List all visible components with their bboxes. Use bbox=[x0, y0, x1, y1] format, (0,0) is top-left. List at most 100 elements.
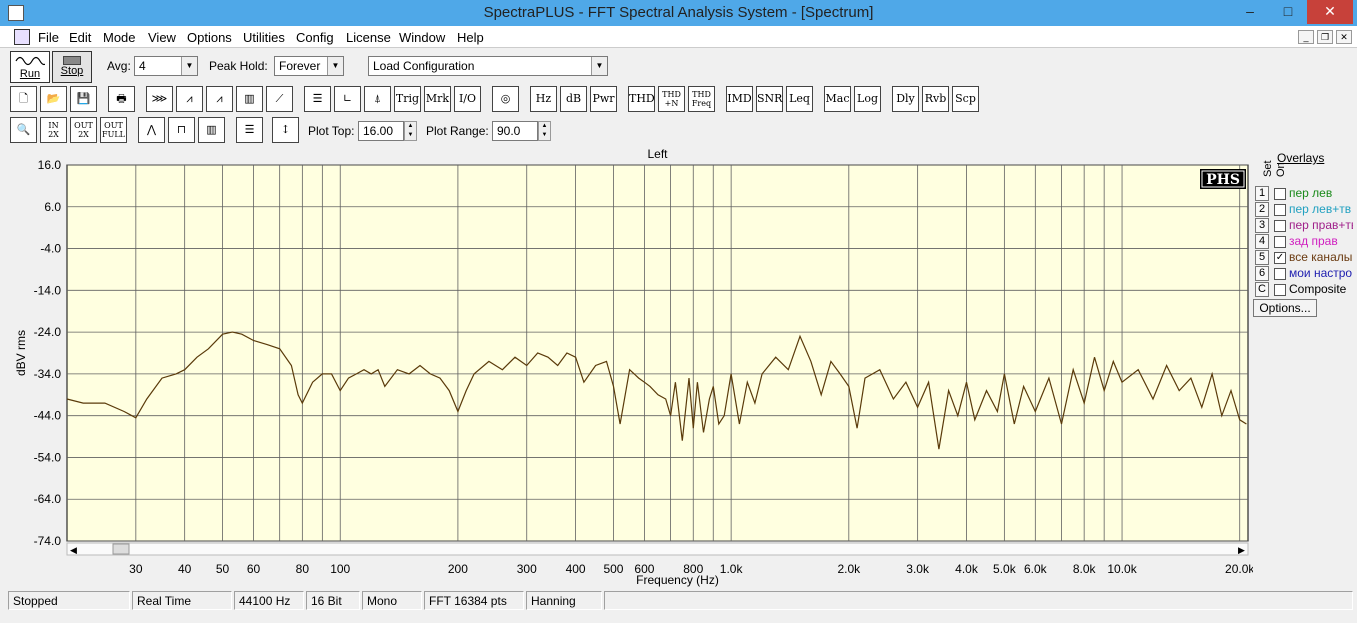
plot-range-input[interactable]: 90.0 ▲ ▼ bbox=[492, 121, 551, 141]
chart-title: Left bbox=[647, 147, 668, 161]
db-button[interactable]: dB bbox=[560, 86, 587, 112]
status-bar: Stopped Real Time 44100 Hz 16 Bit Mono F… bbox=[8, 591, 1353, 611]
peak-shape-icon[interactable]: ⋀ bbox=[138, 117, 165, 143]
rvb-button[interactable]: Rvb bbox=[922, 86, 949, 112]
overlay-set-button[interactable]: 6 bbox=[1255, 266, 1269, 281]
thd-freq-button[interactable]: THD Freq bbox=[688, 86, 715, 112]
mdi-close-button[interactable]: ✕ bbox=[1336, 30, 1352, 44]
menu-utilities[interactable]: Utilities bbox=[243, 30, 285, 45]
overlay-on-checkbox[interactable] bbox=[1274, 188, 1286, 200]
status-mode: Real Time bbox=[132, 591, 232, 610]
bar-shape-icon[interactable]: ▥ bbox=[198, 117, 225, 143]
x-tick-label: 8.0k bbox=[1073, 562, 1097, 576]
peak-hold-select[interactable]: Forever ▼ bbox=[274, 56, 344, 76]
io-button[interactable]: I/O bbox=[454, 86, 481, 112]
menu-license[interactable]: License bbox=[346, 30, 391, 45]
settings-panel-icon[interactable]: ☰ bbox=[304, 86, 331, 112]
print-icon[interactable]: 🖶 bbox=[108, 86, 135, 112]
mac-button[interactable]: Mac bbox=[824, 86, 851, 112]
maximize-button[interactable]: □ bbox=[1273, 0, 1303, 24]
x-tick-label: 4.0k bbox=[955, 562, 979, 576]
menu-view[interactable]: View bbox=[148, 30, 176, 45]
vertical-scale-icon[interactable]: ↕ bbox=[272, 117, 299, 143]
mdi-restore-button[interactable]: ❐ bbox=[1317, 30, 1333, 44]
chevron-down-icon[interactable]: ▼ bbox=[181, 57, 197, 75]
log-button[interactable]: Log bbox=[854, 86, 881, 112]
overlay-set-button[interactable]: C bbox=[1255, 282, 1269, 297]
overlay-set-button[interactable]: 2 bbox=[1255, 202, 1269, 217]
overlay-on-checkbox[interactable] bbox=[1274, 284, 1286, 296]
run-button[interactable]: Run bbox=[10, 51, 50, 83]
plot-range-label: Plot Range: bbox=[426, 124, 489, 138]
axis-icon[interactable]: ∟ bbox=[334, 86, 361, 112]
sine-generator-icon[interactable]: ◎ bbox=[492, 86, 519, 112]
spectrum-chart[interactable]: Left 16.0 6.0 -4.0 -14.0 -24.0 -34.0 -44.0 -54.0… bbox=[8, 146, 1253, 588]
document-icon[interactable] bbox=[14, 29, 30, 45]
close-button[interactable]: ✕ bbox=[1307, 0, 1353, 24]
scroll-left-icon[interactable]: ◀ bbox=[70, 546, 77, 556]
3d-surface-icon[interactable]: ⟋ bbox=[266, 86, 293, 112]
menu-edit[interactable]: Edit bbox=[69, 30, 91, 45]
zoom-icon[interactable]: 🔍 bbox=[10, 117, 37, 143]
mrk-button[interactable]: Mrk bbox=[424, 86, 451, 112]
time-series-icon[interactable]: ⩘ bbox=[206, 86, 233, 112]
dly-button[interactable]: Dly bbox=[892, 86, 919, 112]
spin-arrows-icon[interactable]: ▲ ▼ bbox=[404, 121, 417, 141]
chevron-down-icon[interactable]: ▼ bbox=[327, 57, 343, 75]
configuration-select[interactable]: Load Configuration ▼ bbox=[368, 56, 608, 76]
mdi-minimize-button[interactable]: _ bbox=[1298, 30, 1314, 44]
overlay-set-button[interactable]: 1 bbox=[1255, 186, 1269, 201]
overlay-set-button[interactable]: 4 bbox=[1255, 234, 1269, 249]
pwr-button[interactable]: Pwr bbox=[590, 86, 617, 112]
sine-wave-icon bbox=[15, 56, 49, 66]
imd-button[interactable]: IMD bbox=[726, 86, 753, 112]
y-tick-label: -34.0 bbox=[34, 367, 62, 381]
new-file-icon[interactable]: 🗋 bbox=[10, 86, 37, 112]
signal-generator-icon[interactable]: ⍋ bbox=[364, 86, 391, 112]
leq-button[interactable]: Leq bbox=[786, 86, 813, 112]
plot-top-value: 16.00 bbox=[363, 124, 394, 138]
spin-arrows-icon[interactable]: ▲ ▼ bbox=[538, 121, 551, 141]
list-icon[interactable]: ☰ bbox=[236, 117, 263, 143]
avg-select[interactable]: 4 ▼ bbox=[134, 56, 198, 76]
zoom-in-2x-button[interactable]: IN 2X bbox=[40, 117, 67, 143]
snr-button[interactable]: SNR bbox=[756, 86, 783, 112]
trig-button[interactable]: Trig bbox=[394, 86, 421, 112]
plot-top-input[interactable]: 16.00 ▲ ▼ bbox=[358, 121, 417, 141]
chevron-down-icon[interactable]: ▼ bbox=[591, 57, 607, 75]
y-tick-label: -24.0 bbox=[34, 325, 62, 339]
menu-mode[interactable]: Mode bbox=[103, 30, 136, 45]
open-folder-icon[interactable]: 📂 bbox=[40, 86, 67, 112]
scroll-right-icon[interactable]: ▶ bbox=[1238, 546, 1245, 556]
window-title: SpectraPLUS - FFT Spectral Analysis Syst… bbox=[483, 4, 874, 21]
menu-options[interactable]: Options bbox=[187, 30, 232, 45]
overlay-options-button[interactable]: Options... bbox=[1253, 299, 1317, 317]
overlay-set-button[interactable]: 5 bbox=[1255, 250, 1269, 265]
step-shape-icon[interactable]: ⊓ bbox=[168, 117, 195, 143]
spectrum-mode-icon[interactable]: ⋙ bbox=[146, 86, 173, 112]
horizontal-scrollbar[interactable] bbox=[66, 542, 1249, 556]
overlay-on-checkbox[interactable] bbox=[1274, 268, 1286, 280]
menu-help[interactable]: Help bbox=[457, 30, 484, 45]
minimize-button[interactable]: – bbox=[1235, 0, 1265, 24]
stop-button[interactable]: Stop bbox=[52, 51, 92, 83]
overlay-on-checkbox[interactable] bbox=[1274, 220, 1286, 232]
zoom-out-full-button[interactable]: OUT FULL bbox=[100, 117, 127, 143]
thd-n-button[interactable]: THD +N bbox=[658, 86, 685, 112]
menu-window[interactable]: Window bbox=[399, 30, 445, 45]
overlay-on-checkbox[interactable] bbox=[1274, 236, 1286, 248]
spectrogram-icon[interactable]: ▥ bbox=[236, 86, 263, 112]
overlay-on-checkbox[interactable] bbox=[1274, 204, 1286, 216]
menu-file[interactable]: File bbox=[38, 30, 59, 45]
overlay-on-checkbox[interactable]: ✓ bbox=[1274, 252, 1286, 264]
zoom-out-2x-button[interactable]: OUT 2X bbox=[70, 117, 97, 143]
hz-button[interactable]: Hz bbox=[530, 86, 557, 112]
scp-button[interactable]: Scp bbox=[952, 86, 979, 112]
menu-config[interactable]: Config bbox=[296, 30, 334, 45]
scrollbar-thumb[interactable] bbox=[112, 543, 130, 555]
overlay-name: зад прав bbox=[1289, 234, 1338, 248]
thd-button[interactable]: THD bbox=[628, 86, 655, 112]
cursor-mode-icon[interactable]: ⩘ bbox=[176, 86, 203, 112]
overlay-set-button[interactable]: 3 bbox=[1255, 218, 1269, 233]
save-icon[interactable]: 💾 bbox=[70, 86, 97, 112]
